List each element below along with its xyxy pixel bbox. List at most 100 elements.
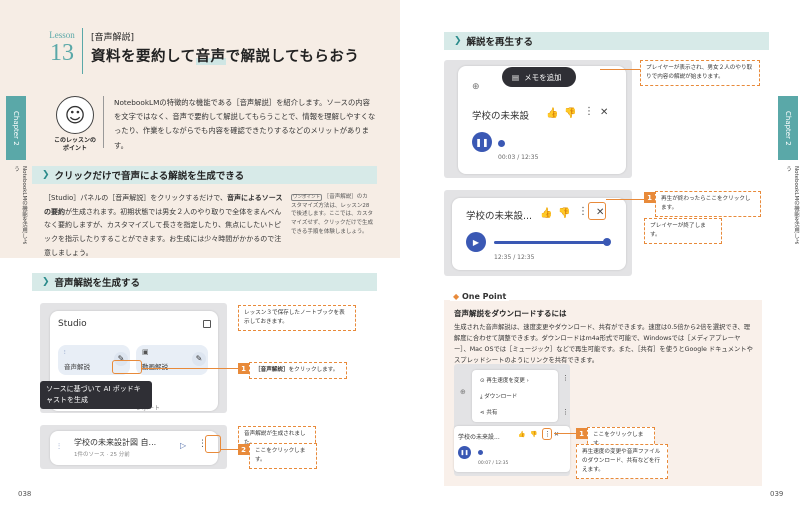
- section-heading: ❯ 解説を再生する: [444, 32, 769, 50]
- play-icon[interactable]: ▷: [180, 441, 186, 450]
- seek-handle[interactable]: [603, 238, 611, 246]
- section-title: 音声解説を生成する: [54, 278, 141, 289]
- add-icon[interactable]: ⊕: [460, 388, 466, 396]
- pause-icon: ❚❚: [475, 137, 489, 147]
- chevron-icon: ❯: [42, 170, 50, 180]
- chapter-tab-label: Chapter 2: [784, 110, 792, 146]
- one-point-badge: ◆ One Point: [450, 292, 510, 301]
- thumbs-down-icon[interactable]: 👎: [564, 108, 576, 119]
- waveform-icon: ⫶: [64, 349, 66, 356]
- video-overview-label: 動画解説: [142, 363, 168, 371]
- chevron-right-icon: ›: [526, 378, 529, 384]
- chapter-subtitle: NotebookLMの機能を活用しよう: [13, 166, 27, 245]
- mini-player: 学校の未来設... 👍 👎 ⋮ ✕ ❚❚ 00:07 / 12:35: [454, 426, 570, 472]
- leader-line: [142, 368, 238, 369]
- chapter-subtitle: NotebookLMの機能を活用しよう: [785, 166, 799, 245]
- step-badge: 1: [644, 192, 655, 203]
- add-memo-button[interactable]: ▤ メモを追加: [502, 67, 576, 87]
- one-point-box: ◆ One Point 音声解説をダウンロードするには 生成された音声解説は、速…: [444, 292, 762, 486]
- section-title: 解説を再生する: [466, 37, 534, 48]
- note-tag: ワンポイント: [291, 194, 322, 201]
- lesson-divider: [82, 28, 83, 74]
- more-icon[interactable]: ⋮: [578, 206, 588, 217]
- menu-item-playback-speed[interactable]: ⊙ 再生速度を変更 ›: [480, 376, 529, 384]
- body-text: ［Studio］パネルの［音声解説］をクリックするだけで、: [44, 194, 228, 202]
- progress-bar[interactable]: [494, 241, 606, 244]
- lesson-badge: Lesson 13: [47, 30, 77, 67]
- memo-icon: ▤: [512, 72, 520, 82]
- section-heading: ❯ クリックだけで音声による解説を生成できる: [32, 166, 377, 184]
- waveform-icon: ⫶: [58, 442, 60, 451]
- page-number-right: 039: [770, 490, 784, 498]
- callout-step: 再生が終わったらここをクリックします。: [655, 191, 761, 217]
- chapter-tab: Chapter 2: [6, 96, 26, 160]
- title-part: 資料を要約して: [91, 49, 196, 65]
- thumbs-down-icon[interactable]: 👎: [530, 431, 537, 438]
- panel-toggle-icon[interactable]: [203, 320, 211, 328]
- options-menu: ⊙ 再生速度を変更 › ⤓ ダウンロード ⋖ 共有: [472, 370, 558, 422]
- callout-text: をクリックします。: [288, 367, 339, 373]
- player-ended-screenshot: 学校の未来設... 👍 👎 ⋮ ✕ ▶ 12:35 / 12:35: [444, 190, 632, 276]
- menu-item-share[interactable]: ⋖ 共有: [480, 408, 497, 416]
- callout-step: ［音声解説］をクリックします。: [249, 362, 347, 379]
- chevron-icon: ❯: [42, 277, 50, 287]
- title-highlight: 音声: [195, 49, 226, 65]
- add-icon[interactable]: ⊕: [472, 82, 480, 92]
- thumbs-up-icon[interactable]: 👍: [546, 108, 558, 119]
- play-button[interactable]: ▶: [466, 232, 486, 252]
- generated-item[interactable]: ⫶ 学校の未来設計図 自... 1件のソース · 25 分前 ▷ ⋮: [50, 431, 218, 465]
- close-icon[interactable]: ✕: [600, 107, 608, 118]
- body-text: が生成されます。初期状態では男女２人のやり取りで全体をまんべんなく要約しますが、…: [44, 207, 282, 257]
- one-point-body: 生成された音声解説は、速度変更やダウンロード、共有ができます。速度は0.5倍から…: [454, 324, 753, 365]
- share-icon: ⋖: [480, 410, 485, 416]
- video-overview-button[interactable]: ▣ 動画解説 ✎: [136, 345, 208, 375]
- time-display: 00:03 / 12:35: [498, 154, 539, 161]
- speed-icon: ⊙: [480, 378, 485, 384]
- player-screenshot: ⊕ 学校の未来設 👍 👎 ⋮ ✕ ❚❚ 00:03 / 12:35 ▤ メモを追…: [444, 60, 632, 178]
- thumbs-up-icon[interactable]: 👍: [518, 431, 525, 438]
- time-display: 12:35 / 12:35: [494, 254, 535, 261]
- more-icon[interactable]: ⋮: [584, 106, 594, 117]
- player-title: 学校の未来設: [472, 111, 530, 122]
- lesson-number: 13: [50, 40, 74, 66]
- chapter-tab: Chapter 2: [778, 96, 798, 160]
- step-badge: 1: [238, 363, 249, 374]
- callout-note: プレイヤーが表示され、男女２人のやり取りで内容の解説が始まります。: [640, 60, 760, 86]
- generated-meta: 1件のソース · 25 分前: [74, 452, 130, 458]
- callout-step: ここをクリックします。: [249, 443, 317, 469]
- pause-button[interactable]: ❚❚: [472, 132, 492, 152]
- pause-button[interactable]: ❚❚: [458, 446, 471, 459]
- menu-item-label: 共有: [486, 410, 498, 416]
- callout-note: 再生速度の変更や音声ファイルのダウンロード、共有などを行えます。: [576, 444, 668, 479]
- leader-line: [606, 199, 644, 200]
- edit-icon[interactable]: ✎: [192, 352, 206, 366]
- highlight-frame: [588, 202, 606, 220]
- one-point-title: 音声解説をダウンロードするには: [454, 309, 567, 318]
- leader-line: [600, 69, 640, 70]
- thumbs-down-icon[interactable]: 👎: [558, 208, 570, 219]
- highlight-frame: [205, 435, 221, 453]
- generated-screenshot: ⫶ 学校の未来設計図 自... 1件のソース · 25 分前 ▷ ⋮: [40, 425, 227, 469]
- add-memo-label: メモを追加: [524, 72, 562, 82]
- callout-emphasis: ［音声解説］: [255, 367, 289, 373]
- play-icon: ▶: [472, 237, 480, 247]
- mini-player-title: 学校の未来設...: [458, 434, 500, 441]
- seek-handle[interactable]: [498, 140, 505, 147]
- lightbulb-icon: ◆: [453, 292, 460, 301]
- page-number-left: 038: [18, 490, 32, 498]
- more-icon[interactable]: ⋮: [562, 374, 569, 382]
- menu-item-label: ダウンロード: [484, 394, 518, 400]
- leader-line: [554, 433, 576, 434]
- thumbs-up-icon[interactable]: 👍: [540, 208, 552, 219]
- more-icon[interactable]: ⋮: [562, 408, 569, 416]
- video-icon: ▣: [142, 348, 149, 356]
- side-note: ワンポイント ［音声解説］のカスタマイズ方法は、レッスン28で後述します。ここで…: [291, 193, 373, 236]
- menu-item-download[interactable]: ⤓ ダウンロード: [480, 392, 517, 401]
- player-title: 学校の未来設...: [466, 211, 533, 222]
- seek-handle[interactable]: [478, 450, 483, 455]
- highlight-frame: [542, 428, 552, 440]
- lesson-word: Lesson: [49, 30, 75, 40]
- chapter-tab-label: Chapter 2: [12, 110, 20, 146]
- callout-note: レッスン３で保存したノートブックを表示しておきます。: [238, 305, 356, 331]
- section-title: クリックだけで音声による解説を生成できる: [54, 171, 245, 182]
